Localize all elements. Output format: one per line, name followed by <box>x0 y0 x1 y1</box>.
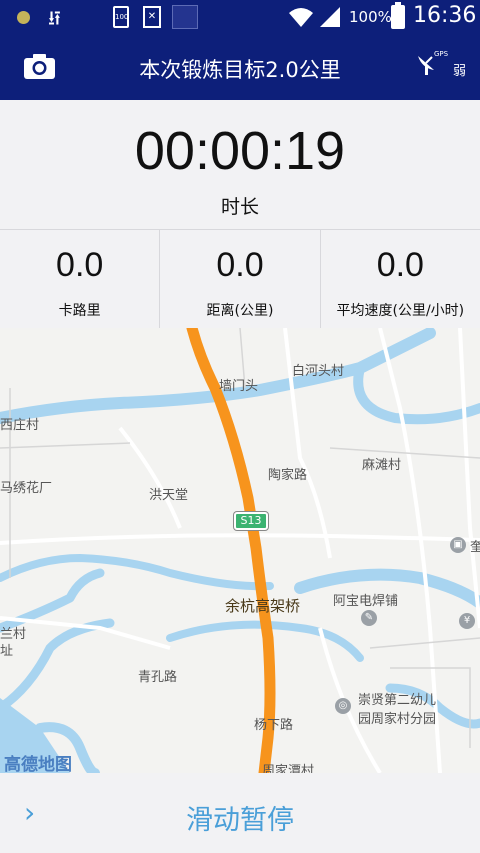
gps-label: GPS <box>434 50 449 58</box>
map-label: 陶家路 <box>268 468 308 483</box>
battery-percent: 100% <box>349 8 392 26</box>
clock: 16:36 <box>413 3 477 28</box>
stat-calories: 0.0 卡路里 <box>0 230 161 328</box>
map-label: 余杭高架桥 <box>225 597 301 615</box>
amap-logo: 高德地图 <box>4 755 72 773</box>
slide-to-pause-label: 滑动暂停 <box>186 805 294 836</box>
map-label: 西庄村 <box>0 418 40 433</box>
map-label: 奎 <box>470 540 480 555</box>
map-label: 麻滩村 <box>362 458 402 473</box>
school-poi-icon: ◎ <box>335 698 351 714</box>
wifi-icon <box>289 8 313 27</box>
map-label: 杨下路 <box>254 718 294 733</box>
highway-shield: S13 <box>234 512 268 530</box>
timer-label: 时长 <box>220 196 259 218</box>
map-label: 白河头村 <box>292 364 345 379</box>
map-label: 园周家村分园 <box>358 712 437 727</box>
stat-label: 距离(公里) <box>206 303 274 319</box>
signal-icon <box>320 7 340 27</box>
stat-label: 平均速度(公里/小时) <box>336 303 465 319</box>
map-label: 周家潭村 <box>262 764 315 773</box>
map-label: 崇贤第二幼儿 <box>358 693 437 708</box>
header: 本次锻炼目标2.0公里 GPS 弱 <box>0 34 480 100</box>
status-bar: ⭿ 100 ✕ 100% 16:36 <box>0 0 480 34</box>
bank-poi-icon: ¥ <box>459 613 475 629</box>
wrench-poi-icon: ✎ <box>361 610 377 626</box>
map-label: 洪天堂 <box>149 488 189 503</box>
app-notification-icon <box>172 5 198 29</box>
battery-icon <box>391 2 405 29</box>
stat-avg-speed: 0.0 平均速度(公里/小时) <box>321 230 480 328</box>
map-label: 墙门头 <box>219 379 259 394</box>
timer-panel: 00:00:19 时长 <box>0 100 480 230</box>
stat-label: 卡路里 <box>58 303 101 319</box>
notification-dot-icon <box>17 11 30 24</box>
page-title: 本次锻炼目标2.0公里 <box>139 58 341 82</box>
building-poi-icon: ▣ <box>450 537 466 553</box>
slide-to-pause-bar[interactable]: › 滑动暂停 <box>0 773 480 853</box>
stat-distance: 0.0 距离(公里) <box>160 230 321 328</box>
map-label: 阿宝电焊铺 <box>333 594 399 609</box>
map-label: 青孔路 <box>138 670 178 685</box>
stat-value: 0.0 <box>216 246 264 284</box>
elapsed-timer: 00:00:19 <box>134 121 346 181</box>
map-label: 马绣花厂 <box>0 481 53 496</box>
small-battery-icon: 100 <box>113 6 129 28</box>
map-label: 址 <box>0 644 14 659</box>
gps-strength: 弱 <box>453 64 467 79</box>
sim-icon: ✕ <box>143 6 161 28</box>
stat-value: 0.0 <box>376 246 424 284</box>
stats-row: 0.0 卡路里 0.0 距离(公里) 0.0 平均速度(公里/小时) <box>0 230 480 328</box>
stat-value: 0.0 <box>56 246 104 284</box>
map-view[interactable]: 白河头村 墙门头 西庄村 马绣花厂 洪天堂 陶家路 麻滩村 余杭高架桥 阿宝电焊… <box>0 328 480 773</box>
usb-icon: ⭿ <box>48 6 61 30</box>
